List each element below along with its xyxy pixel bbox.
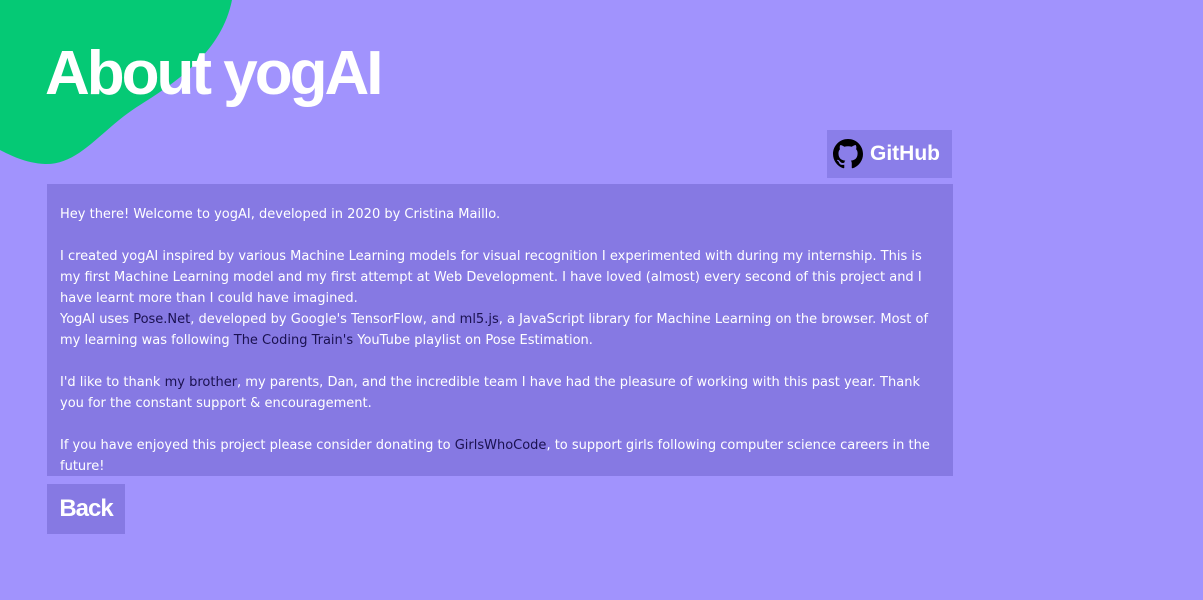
thanks-paragraph: I'd like to thank my brother, my parents… — [60, 372, 940, 414]
tools-text-1: YogAI uses — [60, 312, 134, 327]
tools-text-2: , developed by Google's TensorFlow, and — [190, 312, 460, 327]
thanks-text-1: I'd like to thank — [60, 375, 165, 390]
intro-paragraph: Hey there! Welcome to yogAI, developed i… — [60, 207, 501, 222]
brother-link[interactable]: my brother — [165, 375, 237, 390]
donate-paragraph: If you have enjoyed this project please … — [60, 435, 940, 477]
inspiration-paragraph: I created yogAI inspired by various Mach… — [60, 249, 922, 306]
posenet-link[interactable]: Pose.Net — [133, 312, 190, 327]
coding-train-link[interactable]: The Coding Train's — [234, 333, 353, 348]
github-icon — [833, 139, 863, 169]
tools-paragraph: YogAI uses Pose.Net, developed by Google… — [60, 309, 940, 351]
ml5-link[interactable]: ml5.js — [460, 312, 499, 327]
about-page: About yogAI GitHub Hey there! Welcome to… — [0, 0, 1203, 600]
girlswhocode-link[interactable]: GirlsWhoCode — [455, 438, 547, 453]
github-label: GitHub — [870, 142, 940, 165]
about-content-panel: Hey there! Welcome to yogAI, developed i… — [47, 184, 953, 476]
page-title: About yogAI — [45, 39, 383, 108]
donate-text-1: If you have enjoyed this project please … — [60, 438, 455, 453]
github-button[interactable]: GitHub — [827, 130, 952, 178]
back-button[interactable]: Back — [47, 484, 125, 534]
tools-text-4: YouTube playlist on Pose Estimation. — [353, 333, 593, 348]
